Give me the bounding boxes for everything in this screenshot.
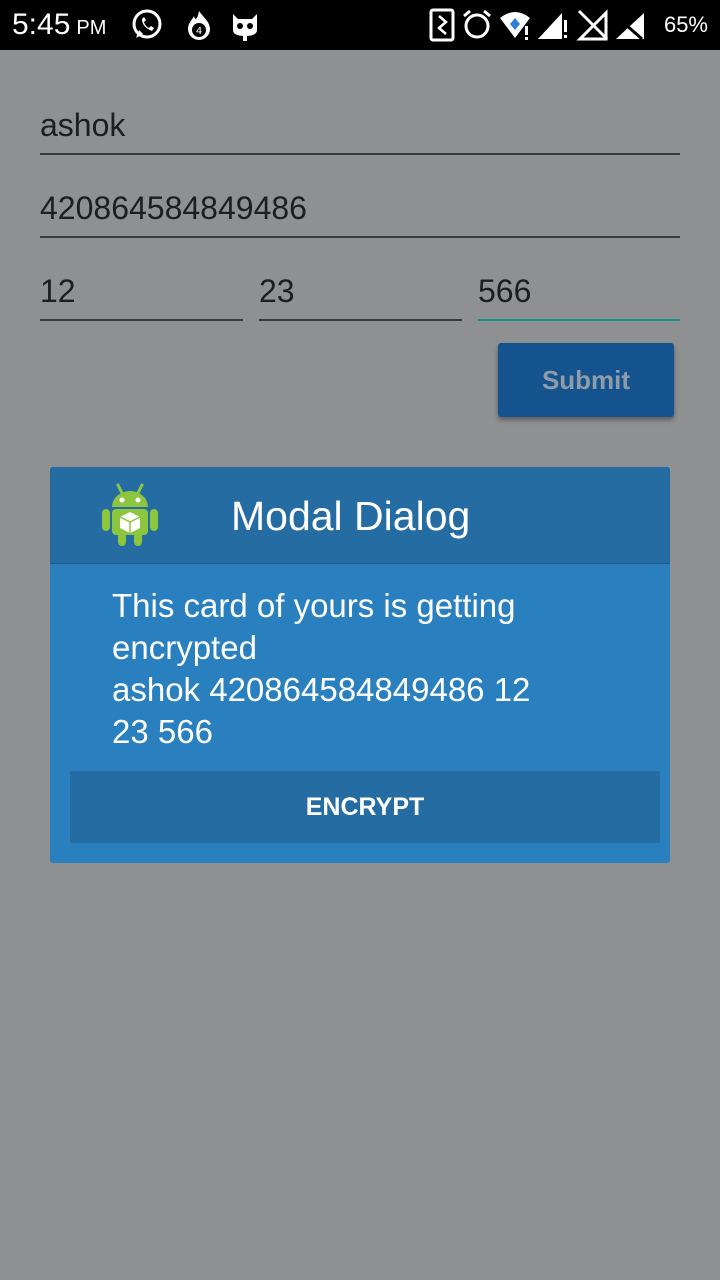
name-field[interactable]: ashok	[40, 95, 680, 155]
cat-app-icon	[233, 14, 257, 41]
modal-header: Modal Dialog	[50, 467, 670, 564]
battery-percentage: 65%	[663, 12, 708, 37]
signal-icon	[538, 13, 567, 39]
modal-message: This card of yours is getting encrypted …	[112, 585, 612, 753]
wifi-icon	[500, 12, 530, 40]
card-number-field[interactable]: 420864584849486	[40, 178, 680, 238]
modal-message-line: This card of yours is getting	[112, 587, 516, 624]
cvv-field[interactable]: 566	[478, 261, 680, 321]
phone-frame-icon	[429, 8, 455, 42]
fire-app-icon: 4	[188, 11, 210, 40]
encrypt-button[interactable]: ENCRYPT	[70, 771, 660, 843]
android-icon	[102, 483, 158, 546]
modal-message-line: encrypted	[112, 629, 257, 666]
submit-button[interactable]: Submit	[498, 343, 674, 417]
status-time: 5:45 PM	[12, 8, 106, 45]
modal-message-line: ashok 420864584849486 12	[112, 671, 531, 708]
expiry-year-field[interactable]: 23	[259, 261, 462, 321]
alarm-icon	[463, 9, 491, 39]
sim-signal-icon	[615, 13, 644, 41]
status-time-value: 5:45	[12, 8, 71, 41]
modal-message-line: 23 566	[112, 713, 213, 750]
whatsapp-icon	[132, 9, 162, 39]
fire-app-badge: 4	[196, 26, 202, 37]
status-time-ampm: PM	[76, 17, 107, 39]
expiry-month-field[interactable]: 12	[40, 261, 243, 321]
modal-title: Modal Dialog	[231, 493, 471, 539]
modal-dialog: Modal Dialog This card of yours is getti…	[50, 467, 670, 863]
status-bar: 5:45 PM 4 65%	[0, 0, 720, 50]
no-signal-icon	[576, 9, 609, 41]
